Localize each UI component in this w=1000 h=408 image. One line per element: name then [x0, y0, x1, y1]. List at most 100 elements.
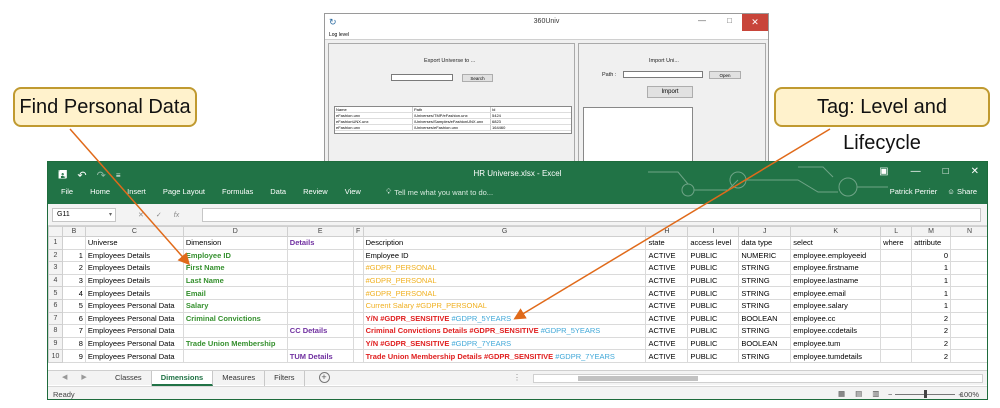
cell-index[interactable]: 5: [61, 298, 86, 313]
cell-select[interactable]: employee.tum: [790, 336, 882, 351]
cell-access-level[interactable]: PUBLIC: [687, 298, 740, 313]
cell-data-type[interactable]: BOOLEAN: [738, 336, 792, 351]
cell-where[interactable]: [880, 248, 913, 263]
cell-empty[interactable]: [950, 248, 987, 263]
row-header[interactable]: 5: [48, 286, 63, 300]
cell-attribute[interactable]: 0: [911, 248, 952, 263]
cell-where[interactable]: where: [880, 236, 913, 250]
cell-universe[interactable]: Universe: [84, 236, 184, 250]
cell-attribute[interactable]: 2: [911, 349, 952, 363]
cell-state[interactable]: ACTIVE: [645, 248, 689, 263]
universe-list-table[interactable]: Name Path Id eFashion.unx/Universes/TMP/eFa…: [334, 106, 572, 134]
cell-details[interactable]: Details: [286, 236, 354, 250]
cell-empty[interactable]: [352, 311, 364, 326]
cell-select[interactable]: employee.firstname: [790, 261, 882, 275]
cell-where[interactable]: [880, 349, 913, 363]
cell-state[interactable]: state: [645, 236, 689, 250]
name-box[interactable]: G11 ▾: [52, 208, 116, 222]
open-button[interactable]: Open: [709, 71, 741, 79]
row-header[interactable]: 6: [48, 298, 63, 313]
row-header[interactable]: 7: [48, 311, 63, 326]
column-header[interactable]: J: [738, 226, 792, 237]
minimize-icon[interactable]: —: [911, 166, 921, 177]
cell-attribute[interactable]: 1: [911, 298, 952, 313]
cell-details[interactable]: [286, 311, 354, 326]
cell-details[interactable]: [286, 248, 354, 263]
cell-attribute[interactable]: 2: [911, 311, 952, 326]
cell-description[interactable]: Current Salary #GDPR_PERSONAL: [362, 298, 647, 313]
cell-data-type[interactable]: data type: [738, 236, 792, 250]
tab-review[interactable]: Review: [303, 187, 328, 196]
cell-data-type[interactable]: BOOLEAN: [738, 311, 792, 326]
cell-state[interactable]: ACTIVE: [645, 261, 689, 275]
zoom-thumb[interactable]: [923, 390, 927, 398]
tab-data[interactable]: Data: [270, 187, 286, 196]
cell-state[interactable]: ACTIVE: [645, 286, 689, 300]
cell-where[interactable]: [880, 336, 913, 351]
cell-index[interactable]: 6: [61, 311, 86, 326]
cell-where[interactable]: [880, 311, 913, 326]
sheet-tab-classes[interactable]: Classes: [106, 371, 152, 386]
cell-dimension[interactable]: First Name: [182, 261, 288, 275]
add-sheet-icon[interactable]: +: [318, 372, 330, 383]
column-header[interactable]: D: [182, 226, 288, 237]
cell-where[interactable]: [880, 261, 913, 275]
cell-data-type[interactable]: STRING: [738, 349, 792, 363]
cell-universe[interactable]: Employees Details: [84, 248, 184, 263]
cell-select[interactable]: employee.employeeid: [790, 248, 882, 263]
cell-description[interactable]: #GDPR_PERSONAL: [362, 286, 647, 300]
cell-empty[interactable]: [352, 248, 364, 263]
cell-access-level[interactable]: PUBLIC: [687, 311, 740, 326]
cell-universe[interactable]: Employees Details: [84, 261, 184, 275]
cell-state[interactable]: ACTIVE: [645, 324, 689, 338]
page-break-view-icon[interactable]: ▥: [872, 389, 879, 398]
cell-details[interactable]: [286, 261, 354, 275]
column-header[interactable]: H: [645, 226, 689, 237]
cell-empty[interactable]: [352, 273, 364, 288]
column-header[interactable]: B: [61, 226, 86, 237]
cell-index[interactable]: 4: [61, 286, 86, 300]
cell-dimension[interactable]: Criminal Convictions: [182, 311, 288, 326]
zoom-percent[interactable]: 100%: [960, 390, 979, 399]
cell-empty[interactable]: [950, 336, 987, 351]
cell-empty[interactable]: [950, 261, 987, 275]
normal-view-icon[interactable]: ▦: [838, 389, 845, 398]
cell-state[interactable]: ACTIVE: [645, 273, 689, 288]
cell-index[interactable]: [61, 236, 86, 250]
cell-empty[interactable]: [950, 236, 987, 250]
cell-universe[interactable]: Employees Personal Data: [84, 349, 184, 363]
cell-access-level[interactable]: PUBLIC: [687, 248, 740, 263]
export-search-input[interactable]: [391, 74, 453, 81]
close-icon[interactable]: ✕: [742, 14, 768, 31]
cell-where[interactable]: [880, 324, 913, 338]
cell-data-type[interactable]: STRING: [738, 324, 792, 338]
cell-dimension[interactable]: Dimension: [182, 236, 288, 250]
worksheet-grid[interactable]: B C D E F G H I J K L M N 1 Universe Dimension Details De…: [48, 226, 987, 369]
cell-empty[interactable]: [352, 298, 364, 313]
cell-index[interactable]: 9: [61, 349, 86, 363]
row-header[interactable]: 4: [48, 273, 63, 288]
cell-details[interactable]: TUM Details: [286, 349, 354, 363]
cell-dimension[interactable]: [182, 349, 288, 363]
ribbon-display-icon[interactable]: ▣: [879, 166, 888, 177]
cell-attribute[interactable]: 1: [911, 261, 952, 275]
cell-details[interactable]: [286, 298, 354, 313]
cell-index[interactable]: 7: [61, 324, 86, 338]
cell-description[interactable]: Description: [362, 236, 647, 250]
column-header[interactable]: M: [911, 226, 952, 237]
tab-view[interactable]: View: [345, 187, 361, 196]
cell-description[interactable]: Y/N #GDPR_SENSITIVE #GDPR_5YEARS: [362, 311, 647, 326]
column-header[interactable]: L: [880, 226, 913, 237]
cell-universe[interactable]: Employees Personal Data: [84, 311, 184, 326]
cell-state[interactable]: ACTIVE: [645, 311, 689, 326]
select-all-corner[interactable]: [48, 226, 63, 237]
zoom-slider[interactable]: − +: [888, 390, 964, 399]
column-header[interactable]: C: [84, 226, 184, 237]
cell-dimension[interactable]: Email: [182, 286, 288, 300]
cell-empty[interactable]: [950, 324, 987, 338]
cell-empty[interactable]: [950, 349, 987, 363]
cell-state[interactable]: ACTIVE: [645, 349, 689, 363]
cell-data-type[interactable]: STRING: [738, 261, 792, 275]
cell-index[interactable]: 3: [61, 273, 86, 288]
cell-empty[interactable]: [352, 336, 364, 351]
